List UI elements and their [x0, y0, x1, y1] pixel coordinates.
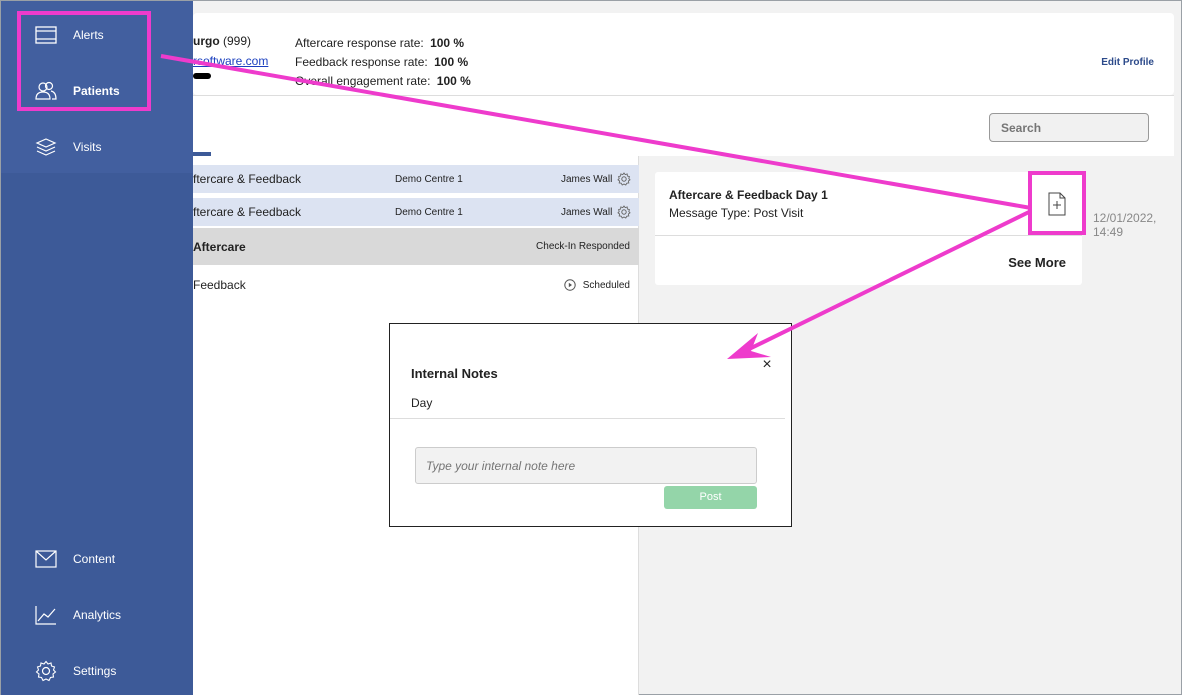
gear-icon — [34, 659, 58, 683]
patient-header: urgo (999) rsoftware.com Aftercare respo… — [193, 13, 1174, 95]
mail-icon — [34, 547, 58, 571]
sidebar-item-visits[interactable]: Visits — [1, 127, 193, 167]
close-icon[interactable]: × — [760, 357, 774, 373]
edit-profile-link[interactable]: Edit Profile — [1101, 57, 1154, 68]
list-item-owner: James Wall — [561, 206, 613, 218]
patient-name: urgo (999) — [193, 34, 252, 48]
list-item[interactable]: ftercare & Feedback Demo Centre 1 James … — [193, 198, 639, 226]
visits-icon — [34, 135, 58, 159]
stat-feedback-response: Feedback response rate: 100 % — [295, 55, 469, 69]
divider — [655, 235, 1082, 236]
list-item-status: Check-In Responded — [536, 241, 630, 252]
annotation-highlight-add-note — [1028, 171, 1086, 235]
sidebar-item-label: Content — [73, 552, 116, 566]
engagement-stats: Aftercare response rate: 100 % Feedback … — [295, 34, 471, 91]
see-more-button[interactable]: See More — [1008, 255, 1066, 270]
sidebar-item-label: Analytics — [73, 608, 122, 622]
sidebar-item-analytics[interactable]: Analytics — [1, 595, 193, 635]
sidebar-item-label: Visits — [73, 140, 102, 154]
detail-timestamp: 12/01/2022, 14:49 — [1093, 211, 1157, 239]
internal-notes-modal: Internal Notes × Day Post — [389, 323, 792, 527]
patient-email-link[interactable]: rsoftware.com — [193, 54, 268, 68]
list-item-title: ftercare & Feedback — [193, 205, 302, 219]
internal-note-input[interactable] — [415, 447, 757, 484]
list-item-owner: James Wall — [561, 173, 613, 185]
list-item[interactable]: Feedback Scheduled — [193, 272, 639, 298]
list-item[interactable]: ftercare & Feedback Demo Centre 1 James … — [193, 165, 639, 193]
post-button[interactable]: Post — [664, 486, 757, 509]
list-item[interactable]: Aftercare Check-In Responded — [193, 228, 639, 265]
list-item-centre: Demo Centre 1 — [395, 173, 463, 185]
sidebar-item-label: Settings — [73, 664, 117, 678]
divider — [390, 418, 785, 419]
detail-title: Aftercare & Feedback Day 1 — [669, 188, 828, 202]
list-item-centre: Demo Centre 1 — [395, 206, 463, 218]
modal-title: Internal Notes — [411, 366, 498, 381]
stat-overall-engagement: Overall engagement rate: 100 % — [295, 74, 471, 88]
redacted-text — [193, 73, 211, 79]
list-item-title: ftercare & Feedback — [193, 172, 302, 186]
sidebar-item-settings[interactable]: Settings — [1, 651, 193, 691]
annotation-highlight-nav — [17, 11, 151, 111]
settings-icon[interactable] — [617, 205, 631, 219]
message-detail-card: Aftercare & Feedback Day 1 Message Type:… — [655, 172, 1082, 285]
search-input[interactable] — [989, 113, 1149, 142]
list-item-status: Scheduled — [582, 279, 630, 291]
app-window: Alerts Patients Visits Content Analytics — [0, 0, 1182, 695]
list-item-title: Feedback — [193, 278, 246, 292]
list-item-title: Aftercare — [193, 239, 246, 254]
play-circle-icon — [564, 279, 576, 291]
modal-subtitle: Day — [411, 396, 433, 410]
list-toolbar — [193, 95, 1174, 156]
detail-message-type: Message Type: Post Visit — [669, 206, 804, 220]
sidebar-item-content[interactable]: Content — [1, 539, 193, 579]
chart-icon — [34, 603, 58, 627]
settings-icon[interactable] — [617, 172, 631, 186]
stat-aftercare-response: Aftercare response rate: 100 % — [295, 36, 465, 50]
